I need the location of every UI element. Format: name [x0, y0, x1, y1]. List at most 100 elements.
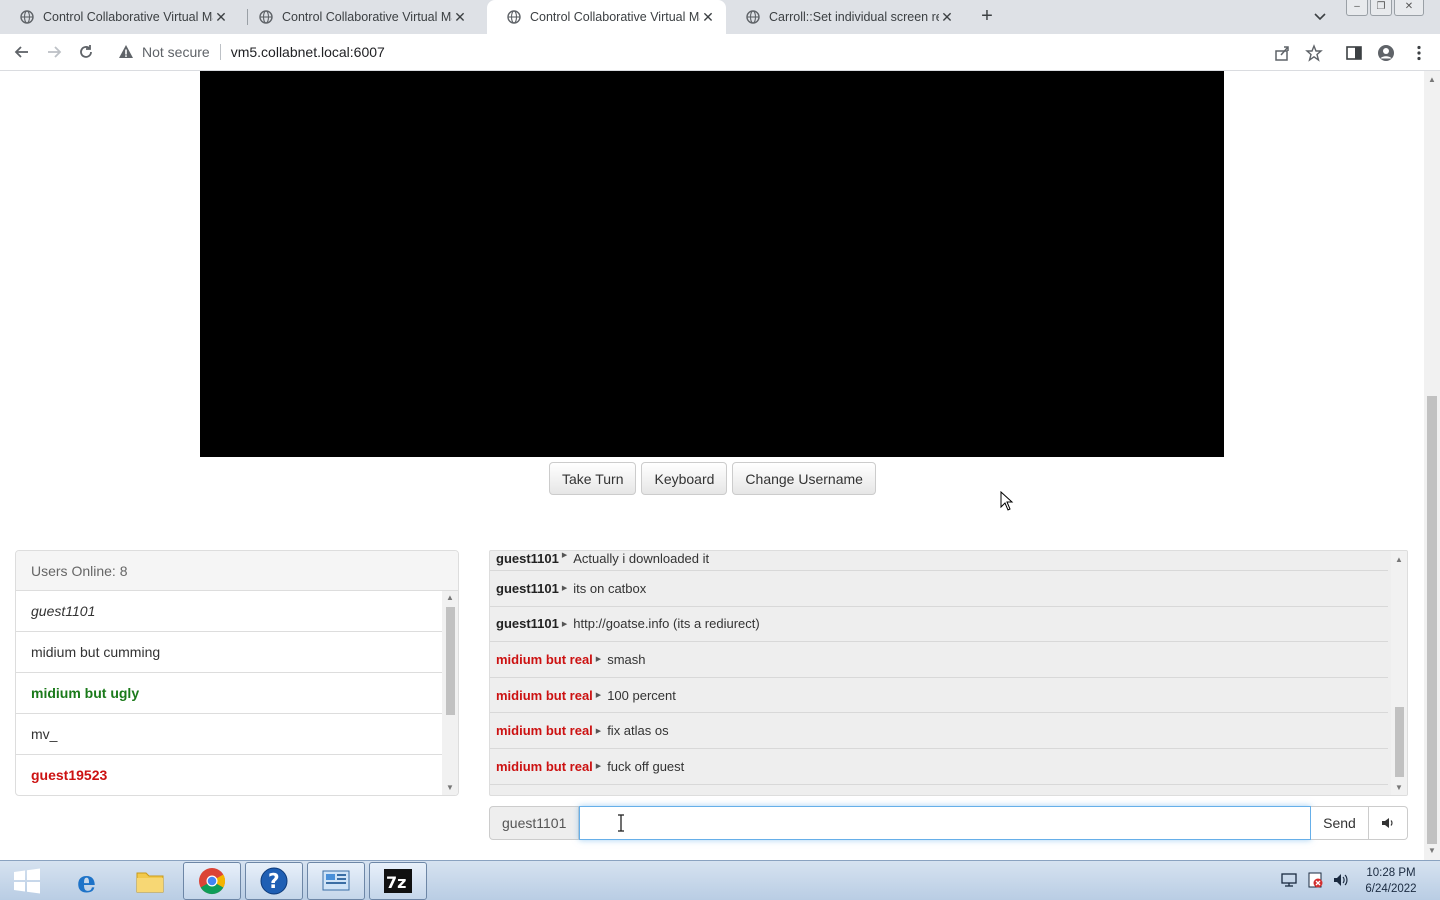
tab-title: Control Collaborative Virtual Ma: [43, 10, 213, 24]
security-label[interactable]: Not secure: [142, 44, 210, 60]
chat-message: midium but real ▶ fix atlas os: [490, 713, 1388, 749]
browser-tab-4[interactable]: Carroll::Set individual screen reso ✕: [726, 0, 965, 34]
scrollbar-thumb[interactable]: [1427, 396, 1437, 844]
system-clock[interactable]: 10:28 PM 6/24/2022: [1356, 865, 1426, 897]
edge-browser-icon: e: [77, 866, 96, 896]
back-arrow-icon[interactable]: [12, 42, 32, 62]
more-menu-icon[interactable]: [1410, 44, 1428, 62]
arrow-right-icon: ▶: [595, 692, 602, 700]
close-icon[interactable]: ✕: [939, 9, 955, 26]
chat-message-input[interactable]: [579, 806, 1311, 840]
taskbar-7zip[interactable]: 7z: [369, 862, 427, 900]
chat-text: 100 percent: [607, 687, 676, 703]
arrow-right-icon: ▶: [561, 585, 568, 593]
url-text[interactable]: vm5.collabnet.local:6007: [231, 44, 385, 60]
system-tray: [1280, 871, 1350, 889]
share-icon[interactable]: [1273, 44, 1291, 62]
globe-icon: [259, 10, 273, 24]
user-item[interactable]: midium but ugly: [16, 673, 442, 714]
vm-controls: Take Turn Keyboard Change Username: [549, 462, 876, 495]
scroll-up-icon[interactable]: ▲: [1424, 73, 1440, 87]
browser-tab-2[interactable]: Control Collaborative Virtual Ma ✕: [239, 0, 478, 34]
page-scrollbar[interactable]: ▲ ▼: [1424, 71, 1440, 860]
warning-icon[interactable]: [118, 44, 134, 60]
user-list-scrollbar[interactable]: ▲ ▼: [442, 591, 458, 795]
arrow-right-icon: ▶: [561, 552, 568, 559]
divider: [219, 44, 221, 60]
take-turn-button[interactable]: Take Turn: [549, 462, 637, 495]
keyboard-button[interactable]: Keyboard: [641, 462, 728, 495]
taskbar-edge[interactable]: e: [60, 862, 118, 900]
send-button[interactable]: Send: [1311, 806, 1369, 840]
chrome-icon: [199, 868, 226, 895]
chat-message: guest1101 ▶ Actually i downloaded it: [490, 551, 1388, 571]
chat-message: midium but real ▶ smash: [490, 642, 1388, 678]
user-item[interactable]: mv_: [16, 714, 442, 755]
chat-message: guest1101 ▶ its on catbox: [490, 571, 1388, 607]
side-panel-icon[interactable]: [1345, 44, 1363, 62]
chevron-down-icon[interactable]: [1312, 8, 1328, 24]
chat-text: fuck off guest: [607, 758, 685, 774]
user-item[interactable]: guest19523: [16, 755, 442, 795]
browser-tab-1[interactable]: Control Collaborative Virtual Ma ✕: [0, 0, 239, 34]
window-controls: – ❐ ✕: [1344, 0, 1424, 18]
chat-message: guest1101 ▶ http://goatse.info (its a redi…: [490, 607, 1388, 643]
profile-avatar-icon[interactable]: [1377, 44, 1395, 62]
bookmark-star-icon[interactable]: [1305, 44, 1323, 62]
chat-text: fix atlas os: [607, 723, 669, 739]
close-icon[interactable]: ✕: [700, 9, 716, 26]
chat-author: guest1101: [496, 580, 559, 596]
taskbar-chrome[interactable]: [183, 862, 241, 900]
chat-author: midium but real: [496, 758, 593, 774]
taskbar-file-explorer[interactable]: [121, 862, 179, 900]
browser-tab-3-active[interactable]: Control Collaborative Virtual Ma ✕: [487, 0, 726, 34]
scrollbar-thumb[interactable]: [1395, 707, 1404, 777]
scroll-up-icon[interactable]: ▲: [442, 591, 458, 605]
7zip-icon: 7z: [384, 869, 412, 893]
control-panel-icon: [322, 870, 350, 891]
restore-icon[interactable]: ❐: [1370, 0, 1392, 16]
action-center-warning-icon[interactable]: [1306, 871, 1324, 889]
chat-text: smash: [607, 651, 646, 667]
taskbar-help[interactable]: ?: [245, 862, 303, 900]
tab-title: Control Collaborative Virtual Ma: [282, 10, 452, 24]
new-tab-button[interactable]: +: [976, 5, 998, 28]
page-viewport: Take Turn Keyboard Change Username Users…: [0, 71, 1424, 860]
chat-text: http://goatse.info (its a rediurect): [573, 616, 760, 632]
scroll-down-icon[interactable]: ▼: [1391, 781, 1407, 795]
chat-text: Actually i downloaded it: [573, 551, 710, 566]
user-list: guest1101 midium but cumming midium but …: [16, 591, 442, 795]
clock-time: 10:28 PM: [1366, 867, 1416, 879]
address-bar[interactable]: Not secure vm5.collabnet.local:6007: [112, 39, 1312, 65]
taskbar-control-panel[interactable]: [307, 862, 365, 900]
chat-scrollbar[interactable]: ▲ ▼: [1391, 551, 1407, 795]
volume-icon[interactable]: [1332, 871, 1350, 889]
close-icon[interactable]: ✕: [213, 9, 229, 26]
scrollbar-thumb[interactable]: [446, 607, 455, 715]
start-button[interactable]: [0, 862, 54, 900]
chat-author: midium but real: [496, 651, 593, 667]
globe-icon: [507, 10, 521, 24]
change-username-button[interactable]: Change Username: [732, 462, 876, 495]
forward-arrow-icon[interactable]: [44, 42, 64, 62]
clock-date: 6/24/2022: [1365, 883, 1417, 895]
close-icon[interactable]: ✕: [452, 9, 468, 26]
chat-input-group: guest1101 Send: [489, 806, 1408, 840]
scroll-down-icon[interactable]: ▼: [1424, 844, 1440, 858]
network-icon[interactable]: [1280, 871, 1298, 889]
speaker-icon: [1382, 818, 1393, 828]
svg-text:7z: 7z: [386, 873, 406, 892]
user-item[interactable]: guest1101: [16, 591, 442, 632]
user-item[interactable]: midium but cumming: [16, 632, 442, 673]
close-window-icon[interactable]: ✕: [1394, 0, 1424, 16]
vm-display-canvas[interactable]: [200, 71, 1224, 457]
sound-toggle-button[interactable]: [1369, 806, 1408, 840]
globe-icon: [20, 10, 34, 24]
arrow-right-icon: ▶: [595, 656, 602, 664]
arrow-right-icon: ▶: [595, 763, 602, 771]
minimize-icon[interactable]: –: [1346, 0, 1368, 16]
scroll-down-icon[interactable]: ▼: [442, 781, 458, 795]
scroll-up-icon[interactable]: ▲: [1391, 553, 1407, 567]
reload-icon[interactable]: [76, 42, 96, 62]
chat-message: midium but real ▶ fuck off guest: [490, 749, 1388, 785]
